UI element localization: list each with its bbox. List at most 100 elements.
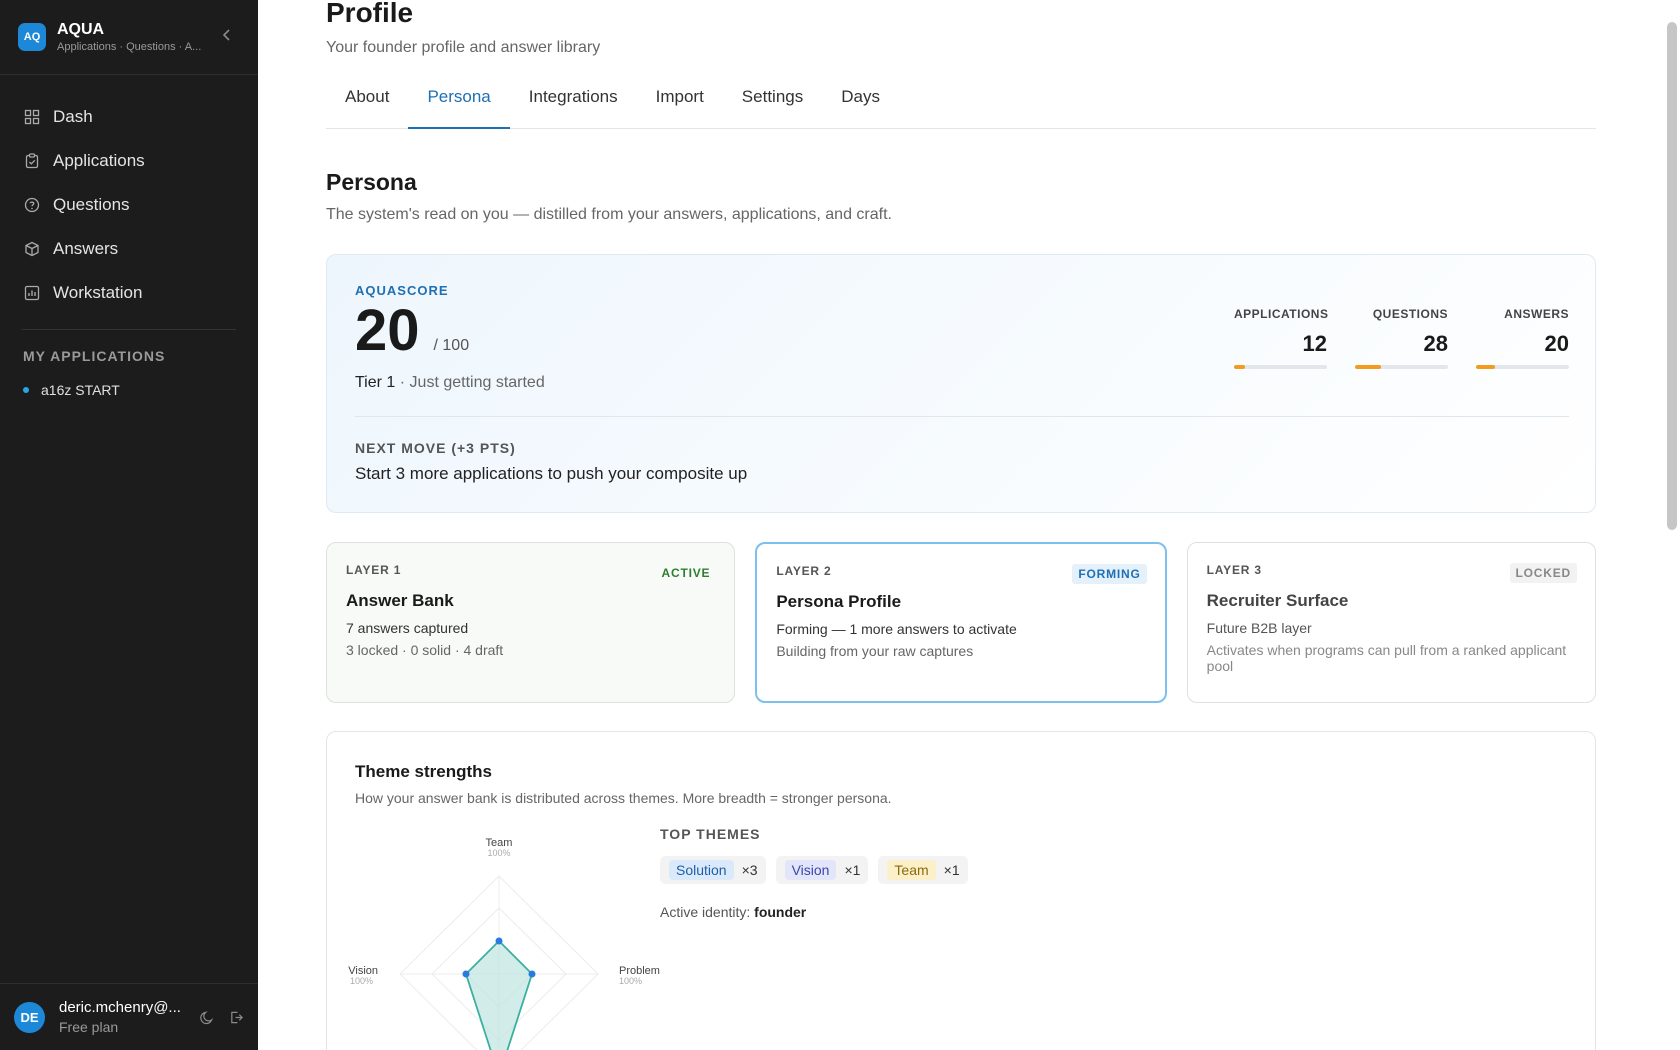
avatar[interactable]: DE (14, 1001, 45, 1033)
progress-fill (1476, 365, 1495, 369)
sidebar-item-questions[interactable]: Questions (0, 183, 258, 227)
score-divider (355, 416, 1569, 417)
top-themes: TOP THEMES Solution ×3 Vision ×1 Team ×1… (660, 826, 968, 920)
sidebar-item-workstation[interactable]: Workstation (0, 271, 258, 315)
theme-count: ×3 (741, 862, 758, 878)
next-move: NEXT MOVE (+3 PTS) Start 3 more applicat… (355, 440, 747, 484)
tab-integrations[interactable]: Integrations (510, 87, 637, 129)
user-info[interactable]: deric.mchenry@... Free plan (59, 999, 181, 1035)
layer-cards: LAYER 1 ACTIVE Answer Bank 7 answers cap… (326, 542, 1596, 703)
status-badge: LOCKED (1509, 563, 1577, 583)
theme-tag: Team (887, 860, 936, 880)
tier-name: Tier 1 (355, 374, 396, 391)
theme-count: ×1 (943, 862, 960, 878)
stat-value: 20 (1544, 331, 1569, 356)
tab-about[interactable]: About (326, 87, 408, 129)
main-content: Profile Your founder profile and answer … (326, 0, 1596, 1050)
tab-settings[interactable]: Settings (723, 87, 822, 129)
tier-line: Tier 1 · Just getting started (355, 374, 1567, 392)
layer-detail-secondary: 3 locked · 0 solid · 4 draft (346, 642, 504, 658)
identity-value: founder (754, 904, 807, 920)
radar-area (464, 939, 534, 1050)
next-move-label: NEXT MOVE (+3 PTS) (355, 440, 516, 456)
sidebar-item-label: Questions (53, 195, 130, 214)
layer-card-recruiter-surface[interactable]: LAYER 3 LOCKED Recruiter Surface Future … (1186, 542, 1596, 703)
user-footer: DE deric.mchenry@... Free plan (0, 983, 258, 1050)
page-subtitle: Your founder profile and answer library (326, 39, 601, 56)
status-badge: ACTIVE (661, 566, 711, 580)
theme-chips: Solution ×3 Vision ×1 Team ×1 (660, 856, 968, 884)
progress-bar (1234, 365, 1327, 369)
profile-tabs: About Persona Integrations Import Settin… (326, 87, 1596, 129)
layer-detail: Forming — 1 more answers to activate (776, 621, 1017, 637)
status-dot (23, 387, 29, 393)
theme-tag: Vision (784, 860, 837, 880)
theme-chip[interactable]: Solution ×3 (660, 856, 766, 884)
scrollbar-thumb[interactable] (1667, 22, 1677, 530)
progress-fill (1355, 365, 1382, 369)
stat-answers: ANSWERS 20 (1476, 307, 1569, 369)
radar-axis-pct: 100% (487, 848, 510, 858)
layer-title: Answer Bank (346, 591, 454, 610)
active-identity: Active identity: founder (660, 904, 968, 920)
score-max: / 100 (433, 337, 470, 354)
footer-actions (200, 1010, 244, 1025)
top-themes-label: TOP THEMES (660, 826, 761, 842)
radar-axis-pct: 100% (619, 976, 642, 986)
next-move-text: Start 3 more applications to push your c… (355, 464, 748, 483)
sidebar-header: AQ AQUA Applications · Questions · A... (0, 0, 258, 75)
chart-icon (24, 285, 40, 301)
theme-chip[interactable]: Vision ×1 (775, 856, 869, 884)
sidebar-item-answers[interactable]: Answers (0, 227, 258, 271)
page-title: Profile (326, 0, 414, 28)
moon-icon[interactable] (200, 1010, 215, 1025)
sidebar-item-label: Dash (53, 107, 93, 126)
sidebar-nav: Dash Applications Questions Answers Work… (0, 75, 258, 315)
aquascore-label: AQUASCORE (355, 283, 449, 298)
help-circle-icon (24, 197, 40, 213)
theme-subtitle: How your answer bank is distributed acro… (355, 790, 892, 806)
stat-applications: APPLICATIONS 12 (1234, 307, 1329, 369)
my-applications-heading: MY APPLICATIONS (23, 348, 166, 364)
score-value: 20 (355, 298, 420, 363)
stat-label: APPLICATIONS (1234, 307, 1329, 321)
stat-questions: QUESTIONS 28 (1355, 307, 1448, 369)
tab-import[interactable]: Import (637, 87, 723, 129)
sidebar-item-applications[interactable]: Applications (0, 139, 258, 183)
sidebar: AQ AQUA Applications · Questions · A... … (0, 0, 258, 1050)
theme-tag: Solution (669, 860, 734, 880)
persona-subtitle: The system's read on you — distilled fro… (326, 206, 892, 223)
chevron-left-icon[interactable] (220, 28, 234, 42)
layer-card-persona-profile[interactable]: LAYER 2 FORMING Persona Profile Forming … (755, 542, 1167, 703)
sidebar-item-label: Answers (53, 239, 119, 258)
box-icon (25, 241, 39, 257)
logout-icon[interactable] (229, 1010, 244, 1025)
user-plan: Free plan (59, 1019, 119, 1035)
tab-days[interactable]: Days (822, 87, 899, 129)
tier-description: · Just getting started (399, 374, 545, 391)
status-badge: FORMING (1072, 564, 1147, 584)
layer-detail: Future B2B layer (1206, 620, 1312, 636)
identity-label: Active identity: (660, 904, 751, 920)
user-email: deric.mchenry@... (59, 999, 181, 1016)
theme-chip[interactable]: Team ×1 (878, 856, 968, 884)
persona-title: Persona (326, 169, 417, 195)
clipboard-icon (25, 153, 39, 169)
tab-persona[interactable]: Persona (408, 87, 510, 129)
sidebar-item-label: Workstation (53, 283, 143, 302)
layer-card-answer-bank[interactable]: LAYER 1 ACTIVE Answer Bank 7 answers cap… (326, 542, 736, 703)
layer-title: Recruiter Surface (1206, 591, 1349, 610)
sidebar-item-dash[interactable]: Dash (0, 95, 258, 139)
sidebar-item-label: Applications (53, 151, 145, 170)
radar-point (495, 937, 503, 945)
brand: AQUA Applications · Questions · A... (57, 21, 201, 53)
theme-strengths-card: Theme strengths How your answer bank is … (326, 731, 1596, 1050)
theme-count: ×1 (844, 862, 861, 878)
layer-title: Persona Profile (776, 592, 902, 611)
layer-detail-secondary: Activates when programs can pull from a … (1206, 642, 1567, 674)
stat-value: 12 (1302, 331, 1327, 356)
theme-title: Theme strengths (355, 762, 492, 781)
application-item[interactable]: a16z START (0, 374, 258, 406)
grid-icon (24, 109, 40, 125)
app-logo[interactable]: AQ (18, 23, 46, 51)
